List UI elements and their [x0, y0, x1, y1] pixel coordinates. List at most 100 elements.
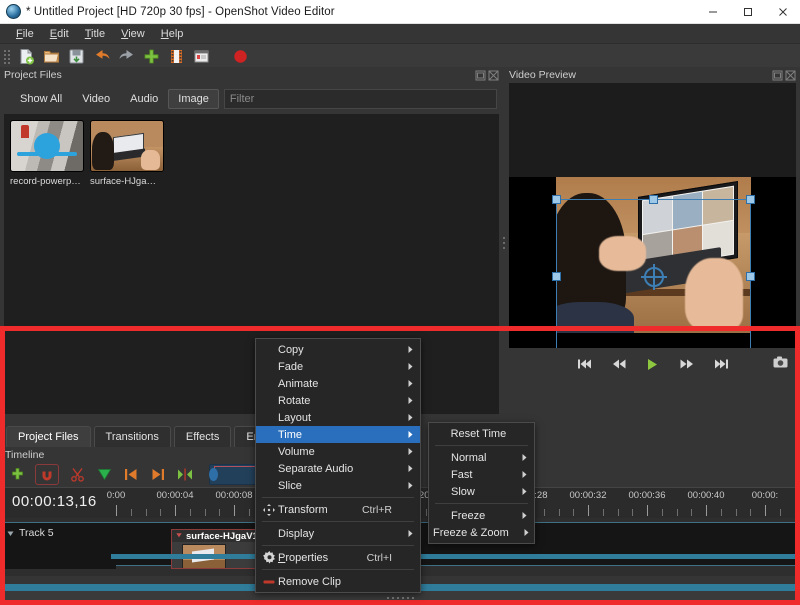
- menu-item-copy[interactable]: Copy: [256, 341, 420, 358]
- menu-item-time[interactable]: Time: [256, 426, 420, 443]
- new-project-icon[interactable]: [14, 45, 39, 68]
- menu-item-slice[interactable]: Slice: [256, 477, 420, 494]
- ruler-tick: [175, 505, 176, 516]
- track-header[interactable]: Track 5: [1, 523, 116, 569]
- file-label: record-powerpo...: [10, 176, 82, 187]
- menu-item-freeze-zoom[interactable]: Freeze & Zoom: [429, 524, 534, 541]
- record-icon[interactable]: [228, 45, 253, 68]
- menu-item-reset-time[interactable]: Reset Time: [429, 425, 534, 442]
- menu-file-label: ile: [23, 28, 34, 40]
- menu-item-volume[interactable]: Volume: [256, 443, 420, 460]
- ruler-tick: [706, 505, 707, 516]
- add-marker-button[interactable]: [95, 466, 113, 484]
- filter-tab-video[interactable]: Video: [72, 89, 120, 109]
- menu-item-animate[interactable]: Animate: [256, 375, 420, 392]
- fast-forward-button[interactable]: [678, 356, 696, 372]
- previous-marker-button[interactable]: [122, 466, 140, 484]
- ruler-label: 00:00:: [752, 490, 778, 501]
- menu-help[interactable]: Help: [153, 26, 192, 42]
- submenu-arrow-icon: [520, 487, 528, 496]
- menu-item-transform[interactable]: TransformCtrl+R: [256, 501, 420, 518]
- save-project-icon[interactable]: [64, 45, 89, 68]
- ruler-minor-tick: [736, 509, 737, 516]
- menu-item-rotate[interactable]: Rotate: [256, 392, 420, 409]
- save-frame-icon[interactable]: [773, 356, 788, 371]
- menu-item-fade[interactable]: Fade: [256, 358, 420, 375]
- import-files-icon[interactable]: [139, 45, 164, 68]
- list-item[interactable]: surface-HJgaV1...: [90, 120, 162, 414]
- menu-file[interactable]: File: [8, 26, 42, 42]
- filter-tab-show-all[interactable]: Show All: [10, 89, 72, 109]
- menu-view[interactable]: View: [113, 26, 153, 42]
- video-preview-canvas[interactable]: [509, 83, 796, 348]
- tab-transitions[interactable]: Transitions: [94, 426, 171, 447]
- openshot-window: * Untitled Project [HD 720p 30 fps] - Op…: [0, 0, 800, 605]
- rewind-button[interactable]: [610, 356, 628, 372]
- undo-icon[interactable]: [89, 45, 114, 68]
- filter-tab-image[interactable]: Image: [168, 89, 219, 109]
- chevron-down-icon[interactable]: [175, 530, 183, 542]
- ruler-minor-tick: [160, 509, 161, 516]
- menu-item-label: Display: [278, 528, 392, 540]
- menu-item-separate-audio[interactable]: Separate Audio: [256, 460, 420, 477]
- project-files-filter-input[interactable]: Filter: [224, 89, 497, 109]
- menu-item-properties[interactable]: PropertiesCtrl+I: [256, 549, 420, 566]
- ruler-minor-tick: [146, 509, 147, 516]
- project-files-grid: record-powerpo... surface-HJgaV1...: [4, 114, 499, 414]
- filter-tab-audio[interactable]: Audio: [120, 89, 168, 109]
- list-item[interactable]: record-powerpo...: [10, 120, 82, 414]
- ruler-minor-tick: [249, 509, 250, 516]
- menu-title[interactable]: Title: [77, 26, 113, 42]
- project-files-dock-title: Project Files: [0, 67, 503, 83]
- timeline-splitter-handle[interactable]: [0, 591, 800, 605]
- play-button[interactable]: [644, 356, 662, 372]
- project-files-filter-bar: Show All Video Audio Image Filter: [0, 83, 503, 114]
- toolbar-drag-handle[interactable]: [3, 48, 11, 66]
- razor-tool-button[interactable]: [68, 466, 86, 484]
- close-button[interactable]: [765, 0, 800, 23]
- center-playhead-button[interactable]: [176, 466, 194, 484]
- redo-icon[interactable]: [114, 45, 139, 68]
- jump-to-start-button[interactable]: [576, 356, 594, 372]
- ruler-tick: [765, 505, 766, 516]
- menu-item-slow[interactable]: Slow: [429, 483, 534, 500]
- float-panel-icon[interactable]: [475, 70, 486, 81]
- submenu-arrow-icon: [406, 430, 414, 439]
- menu-edit-label: dit: [57, 28, 69, 40]
- float-panel-icon[interactable]: [772, 70, 783, 81]
- open-project-icon[interactable]: [39, 45, 64, 68]
- jump-to-end-button[interactable]: [712, 356, 730, 372]
- choose-profile-icon[interactable]: [164, 45, 189, 68]
- menu-item-display[interactable]: Display: [256, 525, 420, 542]
- clip-audio-waveform: [111, 554, 799, 559]
- tab-effects[interactable]: Effects: [174, 426, 231, 447]
- submenu-arrow-icon: [406, 396, 414, 405]
- file-label: surface-HJgaV1...: [90, 176, 162, 187]
- minimize-button[interactable]: [695, 0, 730, 23]
- menu-item-normal[interactable]: Normal: [429, 449, 534, 466]
- next-marker-button[interactable]: [149, 466, 167, 484]
- tab-project-files[interactable]: Project Files: [6, 426, 91, 447]
- ruler-label: 00:00:04: [157, 490, 194, 501]
- close-panel-icon[interactable]: [488, 70, 499, 81]
- ruler-minor-tick: [219, 509, 220, 516]
- menu-item-freeze[interactable]: Freeze: [429, 507, 534, 524]
- submenu-arrow-icon: [406, 481, 414, 490]
- video-preview-title-label: Video Preview: [509, 69, 770, 81]
- gear-icon: [260, 551, 278, 564]
- maximize-button[interactable]: [730, 0, 765, 23]
- ruler-minor-tick: [721, 509, 722, 516]
- chevron-down-icon[interactable]: [6, 529, 15, 538]
- export-video-icon[interactable]: [189, 45, 214, 68]
- menu-separator: [262, 545, 414, 546]
- close-panel-icon[interactable]: [785, 70, 796, 81]
- menu-item-layout[interactable]: Layout: [256, 409, 420, 426]
- menu-item-remove-clip[interactable]: Remove Clip: [256, 573, 420, 590]
- add-track-button[interactable]: [8, 466, 26, 484]
- project-files-dock: Project Files Show All Video Audio Image…: [0, 67, 503, 427]
- menu-item-fast[interactable]: Fast: [429, 466, 534, 483]
- submenu-arrow-icon: [406, 379, 414, 388]
- snapping-button[interactable]: [35, 464, 59, 485]
- menu-edit[interactable]: Edit: [42, 26, 77, 42]
- ruler-tick: [588, 505, 589, 516]
